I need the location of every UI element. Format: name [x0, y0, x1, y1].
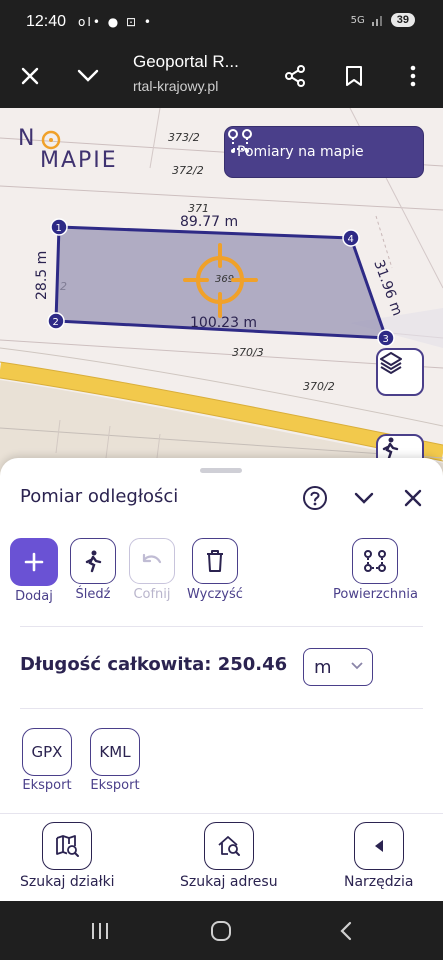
total-length: Długość całkowita: 250.46	[20, 654, 288, 675]
page-url[interactable]: rtal-krajowy.pl	[133, 78, 218, 94]
parcel-search-icon[interactable]	[42, 822, 93, 870]
notification-icons: oI• ● ⊡ •	[78, 15, 154, 29]
export-kml-button[interactable]: KML Eksport	[90, 728, 140, 793]
svg-text:4: 4	[348, 234, 354, 245]
nav-label: Szukaj adresu	[180, 874, 278, 890]
map-view[interactable]: 373/2 372/2 371 370/3 370/2 2 89.77 m 10…	[0, 108, 443, 478]
page-title[interactable]: Geoportal R...	[133, 52, 239, 72]
parcel-label: 373/2	[168, 131, 200, 144]
walk-icon[interactable]	[70, 538, 116, 584]
help-icon[interactable]	[301, 484, 329, 512]
edge-length-label: 100.23 m	[190, 315, 257, 331]
status-right: 5G 39	[351, 13, 415, 27]
chevron-down-icon[interactable]	[70, 58, 106, 94]
undo-button[interactable]: Cofnij	[129, 538, 175, 602]
export-label: Eksport	[22, 778, 72, 793]
export-gpx-button[interactable]: GPX Eksport	[22, 728, 72, 793]
collapse-chevron-icon[interactable]	[350, 484, 378, 512]
area-icon[interactable]	[352, 538, 399, 584]
tool-label: Wyczyść	[187, 587, 243, 602]
measure-distance-sheet: Pomiar odległości Dodaj Śledź Cofnij Wyc…	[0, 458, 443, 813]
system-nav-bar	[0, 901, 443, 960]
add-point-button[interactable]: Dodaj	[10, 538, 58, 604]
back-icon[interactable]	[332, 919, 360, 943]
status-time: 12:40	[26, 13, 67, 30]
nav-label: Szukaj działki	[20, 874, 115, 890]
vertex-3[interactable]: 3	[377, 329, 395, 347]
vertex-1[interactable]: 1	[50, 218, 68, 236]
measure-on-map-button[interactable]: Pomiary na mapie	[224, 126, 424, 178]
area-button[interactable]: Powierzchnia	[333, 538, 418, 602]
svg-text:3: 3	[383, 334, 389, 345]
tools-button[interactable]: Narzędzia	[344, 822, 413, 890]
share-icon[interactable]	[277, 58, 313, 94]
svg-text:1: 1	[56, 223, 62, 234]
plus-icon[interactable]	[10, 538, 58, 586]
track-button[interactable]: Śledź	[70, 538, 116, 602]
tools-icon[interactable]	[353, 822, 404, 870]
close-icon[interactable]	[12, 58, 48, 94]
search-parcel-button[interactable]: Szukaj działki	[20, 822, 115, 890]
unit-select[interactable]: m	[303, 648, 373, 686]
tool-label: Dodaj	[15, 589, 53, 604]
walk-icon	[382, 437, 399, 460]
export-label: Eksport	[90, 778, 140, 793]
sheet-drag-handle[interactable]	[200, 468, 242, 473]
parcel-label: 370/2	[303, 380, 335, 393]
measure-button-label: Pomiary na mapie	[237, 144, 364, 160]
logo: N MAPIE	[18, 126, 118, 173]
status-bar: 12:40 oI• ● ⊡ • 5G 39	[0, 0, 443, 44]
battery-badge: 39	[390, 13, 415, 27]
gpx-box[interactable]: GPX	[22, 728, 72, 776]
network-icon: 5G	[350, 14, 365, 26]
vertex-4[interactable]: 4	[342, 229, 360, 247]
svg-text:2: 2	[53, 317, 59, 328]
layers-button[interactable]	[376, 348, 424, 396]
trash-icon[interactable]	[191, 538, 238, 584]
divider	[20, 708, 423, 709]
bookmark-icon[interactable]	[336, 58, 372, 94]
edge-length-label: 28.5 m	[34, 251, 50, 300]
vertex-2[interactable]: 2	[47, 312, 65, 330]
tool-label: Śledź	[75, 587, 111, 602]
address-search-icon[interactable]	[203, 822, 254, 870]
nav-label: Narzędzia	[344, 874, 414, 890]
tool-label: Cofnij	[133, 587, 171, 602]
home-icon[interactable]	[207, 919, 235, 943]
layers-icon	[380, 352, 402, 375]
bottom-nav: Szukaj działki Szukaj adresu Narzędzia	[0, 813, 443, 901]
close-sheet-icon[interactable]	[399, 484, 427, 512]
unit-value: m	[314, 656, 332, 678]
browser-toolbar: Geoportal R... rtal-krajowy.pl	[0, 44, 443, 108]
search-address-button[interactable]: Szukaj adresu	[180, 822, 278, 890]
measure-route-icon	[228, 129, 252, 153]
divider	[20, 626, 423, 627]
undo-icon[interactable]	[129, 538, 175, 584]
sheet-title: Pomiar odległości	[20, 486, 179, 507]
kml-box[interactable]: KML	[90, 728, 140, 776]
more-icon[interactable]	[395, 58, 431, 94]
clear-button[interactable]: Wyczyść	[187, 538, 243, 602]
signal-icon	[371, 16, 382, 26]
parcel-label: 372/2	[172, 164, 204, 177]
tool-label: Powierzchnia	[333, 587, 418, 602]
chevron-down-icon	[351, 662, 363, 670]
parcel-label: 370/3	[232, 346, 264, 359]
recent-apps-icon[interactable]	[86, 919, 114, 943]
edge-length-label: 89.77 m	[180, 214, 238, 230]
